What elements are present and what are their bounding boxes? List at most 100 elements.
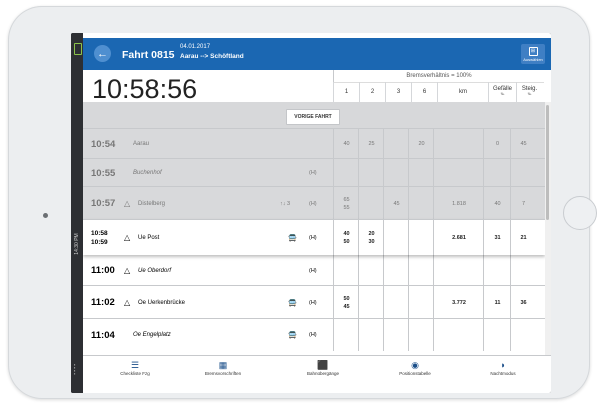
nav-item-bremsvorschriften[interactable]: ▦ Bremsvorschriften	[183, 359, 263, 376]
status-clock: 14:30 PM	[74, 233, 80, 255]
column-header-unit: ‰	[527, 92, 532, 96]
cell-value: 65	[343, 196, 350, 203]
nav-item-checkliste-fzg[interactable]: ☰ Checkliste Fzg	[95, 359, 175, 376]
stop-on-request-label: (H)	[309, 170, 317, 176]
table-cell: 20 30	[358, 220, 384, 255]
table-cell	[433, 255, 484, 286]
column-header: Gefälle ‰	[488, 82, 516, 102]
nav-label: Bremsvorschriften	[204, 371, 242, 376]
column-header-label: 2	[370, 88, 375, 95]
nav-item-bahn-berg-nge[interactable]: ⬛ Bahnübergänge	[283, 359, 363, 376]
column-header: Steig. ‰	[516, 82, 542, 102]
stop-on-request-label: (H)	[309, 299, 317, 306]
nav-item-positionstabelle[interactable]: ◉ Positionstabelle	[375, 359, 455, 376]
table-cell	[358, 286, 384, 319]
bus-icon: 🚍	[288, 332, 297, 339]
table-cell: 2.681	[433, 220, 484, 255]
column-header: 1	[333, 82, 359, 102]
table-cell	[433, 129, 484, 159]
stop-on-request-label: (H)	[309, 200, 317, 207]
table-cell	[383, 159, 409, 187]
warning-triangle-icon: △	[124, 233, 131, 242]
table-cell	[383, 129, 409, 159]
column-header-label: km	[459, 88, 467, 95]
table-cell	[333, 159, 359, 187]
table-cell	[358, 159, 384, 187]
timetable-row[interactable]: 11:02 △ Oe Uerkenbrücke 🚍 (H) 50 45 3.772 11 36	[83, 285, 545, 319]
current-time: 10:58:56	[92, 74, 198, 104]
table-cell	[408, 255, 434, 286]
battery-icon	[74, 43, 82, 55]
cell-value: 7	[521, 200, 526, 207]
station-name: Distelberg	[138, 200, 166, 207]
scrollbar-thumb[interactable]	[546, 105, 549, 220]
trip-date: 04.01.2017	[180, 44, 211, 50]
timetable-row[interactable]: 10:57 △ Distelberg ↑↓ 3 (H) 65 55 45 1.818 40 7	[83, 186, 545, 220]
table-cell	[358, 187, 384, 220]
table-cell: 20	[408, 129, 434, 159]
timetable-row[interactable]: 11:00 △ Ue Oberdorf (H)	[83, 254, 545, 286]
table-cell	[510, 319, 536, 351]
cell-value: 55	[343, 204, 350, 211]
timetable-row[interactable]: 11:04 Oe Engelplatz 🚍 (H)	[83, 318, 545, 351]
table-cell: 36	[510, 286, 536, 319]
header-bar: ← Fahrt 0815 04.01.2017 Aarau --> Schöft…	[83, 38, 551, 70]
position-icon: ◉	[411, 360, 419, 370]
column-header-label: 1	[344, 88, 349, 95]
railway-crossing-icon: ⬛	[317, 360, 329, 370]
table-cell	[510, 255, 536, 286]
arrival-time: 10:58	[91, 229, 108, 237]
column-header-label: 6	[422, 88, 427, 95]
station-name: Oe Uerkenbrücke	[138, 299, 186, 306]
select-button[interactable]: ⊞ Auswählen	[521, 44, 545, 64]
cell-value: 50	[343, 295, 350, 302]
table-cell: 45	[383, 187, 409, 220]
timetable-row[interactable]: 10:54 Aarau 40 25 20 0 45	[83, 128, 545, 159]
track-change-indicator: ↑↓ 3	[280, 200, 291, 207]
cell-value: 20	[368, 230, 375, 237]
arrow-left-icon: ←	[97, 47, 108, 60]
warning-triangle-icon: △	[124, 298, 131, 307]
column-header: 6	[411, 82, 437, 102]
timetable-row[interactable]: 10:58 10:59 △ Ue Post 🚍 (H) 40 50 20 30 2.681 31 21	[83, 219, 545, 255]
table-cell	[510, 159, 536, 187]
select-icon: ⊞	[528, 47, 538, 56]
departure-time: 10:59	[91, 238, 108, 246]
screen: 14:30 PM ▪ ▪ ▪ ▪ ← Fahrt 0815 04.01.2017 Aa…	[71, 33, 551, 393]
warning-triangle-icon: △	[124, 266, 131, 275]
clock-area: 10:58:56	[83, 70, 333, 104]
cell-value: 45	[393, 200, 400, 207]
table-cell: 50 45	[333, 286, 359, 319]
cell-value: 30	[368, 238, 375, 245]
column-header-unit: ‰	[500, 92, 505, 96]
prev-trip-button[interactable]: VORIGE FAHRT	[286, 109, 340, 125]
table-cell	[358, 255, 384, 286]
table-cell	[433, 319, 484, 351]
trip-title: Fahrt 0815	[122, 49, 175, 61]
back-button[interactable]: ←	[94, 45, 111, 62]
home-button[interactable]	[563, 196, 597, 230]
cell-value: 11	[494, 299, 501, 306]
warning-triangle-icon: △	[124, 199, 131, 208]
cell-value: 31	[494, 234, 501, 241]
cell-value: 45	[520, 141, 527, 147]
table-cell	[483, 319, 511, 351]
station-name: Buchenhof	[133, 170, 162, 176]
camera-icon	[43, 213, 48, 218]
table-cell	[408, 286, 434, 319]
row-time: 10:55	[91, 167, 116, 179]
table-cell	[383, 319, 409, 351]
station-name: Ue Oberdorf	[138, 267, 172, 274]
select-label: Auswählen	[523, 57, 543, 62]
nav-item-nachtmodus[interactable]: ◗ Nachtmodus	[463, 359, 543, 376]
row-time: 11:00	[91, 265, 115, 276]
column-header: 2	[359, 82, 385, 102]
cell-value: 2.681	[452, 234, 466, 241]
tablet-frame: 14:30 PM ▪ ▪ ▪ ▪ ← Fahrt 0815 04.01.2017 Aa…	[8, 6, 597, 399]
cell-value: 45	[343, 303, 350, 310]
table-cell	[408, 187, 434, 220]
status-bar: 14:30 PM ▪ ▪ ▪ ▪	[71, 33, 83, 393]
nav-label: Positionstabelle	[399, 371, 431, 376]
timetable-row[interactable]: 10:55 Buchenhof (H)	[83, 158, 545, 187]
row-time: 11:02	[91, 297, 115, 308]
